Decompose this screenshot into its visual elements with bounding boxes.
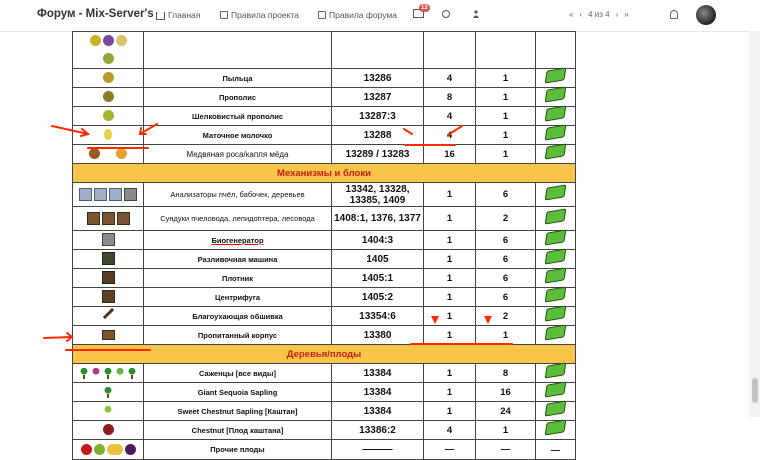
emerald-ingot-icon bbox=[544, 207, 567, 225]
plum-icon bbox=[124, 443, 136, 455]
scrollbar[interactable] bbox=[749, 31, 760, 417]
royal-jelly-icon bbox=[104, 129, 112, 141]
sapling-icon bbox=[79, 366, 89, 379]
table-row: Анализаторы пчёл, бабочек, деревьев 1334… bbox=[72, 182, 576, 207]
forum-title[interactable]: Форум - Mix-Server's bbox=[37, 8, 154, 20]
comb-icon bbox=[102, 35, 114, 47]
emerald-ingot-icon bbox=[544, 324, 567, 341]
comb-icon bbox=[102, 53, 114, 65]
analyzer-icon bbox=[109, 187, 122, 201]
sapling-icon bbox=[115, 366, 125, 379]
centrifuge-icon bbox=[101, 290, 115, 304]
bottler-icon bbox=[101, 252, 115, 266]
notifications-badge: 13 bbox=[419, 4, 430, 12]
home-icon bbox=[156, 12, 165, 20]
chestnut-sapling-icon bbox=[103, 404, 113, 417]
emerald-ingot-icon bbox=[544, 105, 567, 122]
table-row: Прочие плоды ——— — — — bbox=[72, 439, 576, 460]
sapling-icon bbox=[127, 366, 137, 379]
emerald-ingot-icon bbox=[544, 381, 567, 398]
emerald-ingot-icon bbox=[544, 124, 567, 141]
table-row: Прополис 13287 8 1 bbox=[72, 86, 576, 107]
table-row: Биогенератор 1404:3 1 6 bbox=[72, 229, 576, 250]
nav-project-rules[interactable]: Правила проекта bbox=[220, 10, 299, 20]
table-row: Маточное молочко 13288 4 1 bbox=[72, 124, 576, 145]
next-page-icon[interactable]: › bbox=[616, 10, 619, 19]
table-row: Плотник 1405:1 1 6 bbox=[72, 267, 576, 288]
sequoia-sapling-icon bbox=[103, 385, 113, 398]
chest-icon bbox=[116, 211, 130, 225]
table-row bbox=[72, 31, 576, 69]
table-row: Благоухающая обшивка 13354:6 1 2 bbox=[72, 305, 576, 326]
emerald-ingot-icon bbox=[544, 67, 567, 84]
forum-header: Форум - Mix-Server's Главная Правила про… bbox=[0, 0, 760, 32]
avatar[interactable] bbox=[696, 5, 716, 25]
comb-icon bbox=[89, 35, 101, 47]
propolis-icon bbox=[102, 91, 114, 103]
table-row: Chestnut [Плод каштана] 13386:2 4 1 bbox=[72, 419, 576, 440]
user-icon[interactable] bbox=[473, 10, 479, 18]
emerald-ingot-icon bbox=[544, 143, 567, 160]
emerald-ingot-icon bbox=[544, 183, 567, 201]
section-header: Механизмы и блоки bbox=[72, 163, 576, 183]
table-row: Sweet Chestnut Sapling [Каштан] 13384 1 … bbox=[72, 400, 576, 421]
prev-page-icon[interactable]: ‹ bbox=[579, 10, 582, 19]
table-row: Пыльца 13286 4 1 bbox=[72, 67, 576, 88]
sapling-icon bbox=[91, 366, 101, 379]
book-icon bbox=[318, 11, 326, 19]
table-row: Саженцы [все виды] 13384 1 8 bbox=[72, 362, 576, 383]
clock-icon[interactable] bbox=[442, 10, 450, 18]
biogenerator-icon bbox=[101, 233, 115, 247]
table-row: Шелковистый прополис 13287:3 4 1 bbox=[72, 105, 576, 126]
silky-propolis-icon bbox=[102, 110, 114, 122]
scrollbar-thumb[interactable] bbox=[752, 378, 758, 403]
pollen-icon bbox=[102, 72, 114, 84]
emerald-ingot-icon bbox=[544, 400, 567, 417]
impregnated-stick-icon bbox=[102, 307, 114, 320]
emerald-ingot-icon bbox=[544, 362, 567, 379]
book-icon bbox=[220, 11, 228, 19]
emerald-ingot-icon bbox=[544, 86, 567, 103]
first-page-icon[interactable]: « bbox=[569, 10, 573, 19]
table-row: Центрифуга 1405:2 1 6 bbox=[72, 286, 576, 307]
arrow-saplings bbox=[43, 336, 73, 339]
cherry-icon bbox=[80, 443, 92, 455]
emerald-ingot-icon bbox=[544, 248, 567, 265]
emerald-ingot-icon bbox=[544, 305, 567, 322]
table-row: Медвяная роса/капля мёда 13289 / 13283 1… bbox=[72, 143, 576, 164]
analyzer-icon bbox=[79, 187, 92, 201]
chestnut-icon bbox=[102, 424, 114, 436]
honeydew-icon bbox=[89, 148, 101, 160]
impregnated-casing-icon bbox=[101, 329, 115, 340]
post-pager: « ‹ 4 из 4 › » bbox=[569, 10, 629, 19]
bell-icon[interactable] bbox=[670, 10, 678, 19]
table-row: Giant Sequoia Sapling 13384 1 16 bbox=[72, 381, 576, 402]
section-header: Деревья/плоды bbox=[72, 344, 576, 364]
chest-icon bbox=[86, 211, 100, 225]
chest-icon bbox=[101, 211, 115, 225]
comb-icon bbox=[115, 35, 127, 47]
honey-drop-icon bbox=[115, 148, 127, 160]
table-row: Сундуки пчеловода, лепидоптера, лесовода… bbox=[72, 206, 576, 231]
nav-home[interactable]: Главная bbox=[156, 10, 200, 20]
page-indicator[interactable]: 4 из 4 bbox=[588, 10, 609, 19]
no-price-dash: — bbox=[535, 439, 576, 460]
analyzer-icon bbox=[124, 187, 137, 201]
item-image bbox=[72, 31, 144, 69]
emerald-ingot-icon bbox=[544, 419, 567, 436]
banana-icon bbox=[106, 443, 123, 455]
emerald-ingot-icon bbox=[544, 229, 567, 246]
sapling-icon bbox=[103, 366, 113, 379]
emerald-ingot-icon bbox=[544, 267, 567, 284]
table-row: Разливочная машина 1405 1 6 bbox=[72, 248, 576, 269]
fruit-icon bbox=[93, 443, 105, 455]
last-page-icon[interactable]: » bbox=[624, 10, 628, 19]
table-row: Пропитанный корпус 13380 1 1 bbox=[72, 324, 576, 345]
analyzer-icon bbox=[94, 187, 107, 201]
price-table: Пыльца 13286 4 1 Прополис 13287 8 1 Шелк… bbox=[72, 31, 576, 460]
nav-forum-rules[interactable]: Правила форума bbox=[318, 10, 397, 20]
carpenter-icon bbox=[101, 271, 115, 285]
emerald-ingot-icon bbox=[544, 286, 567, 303]
